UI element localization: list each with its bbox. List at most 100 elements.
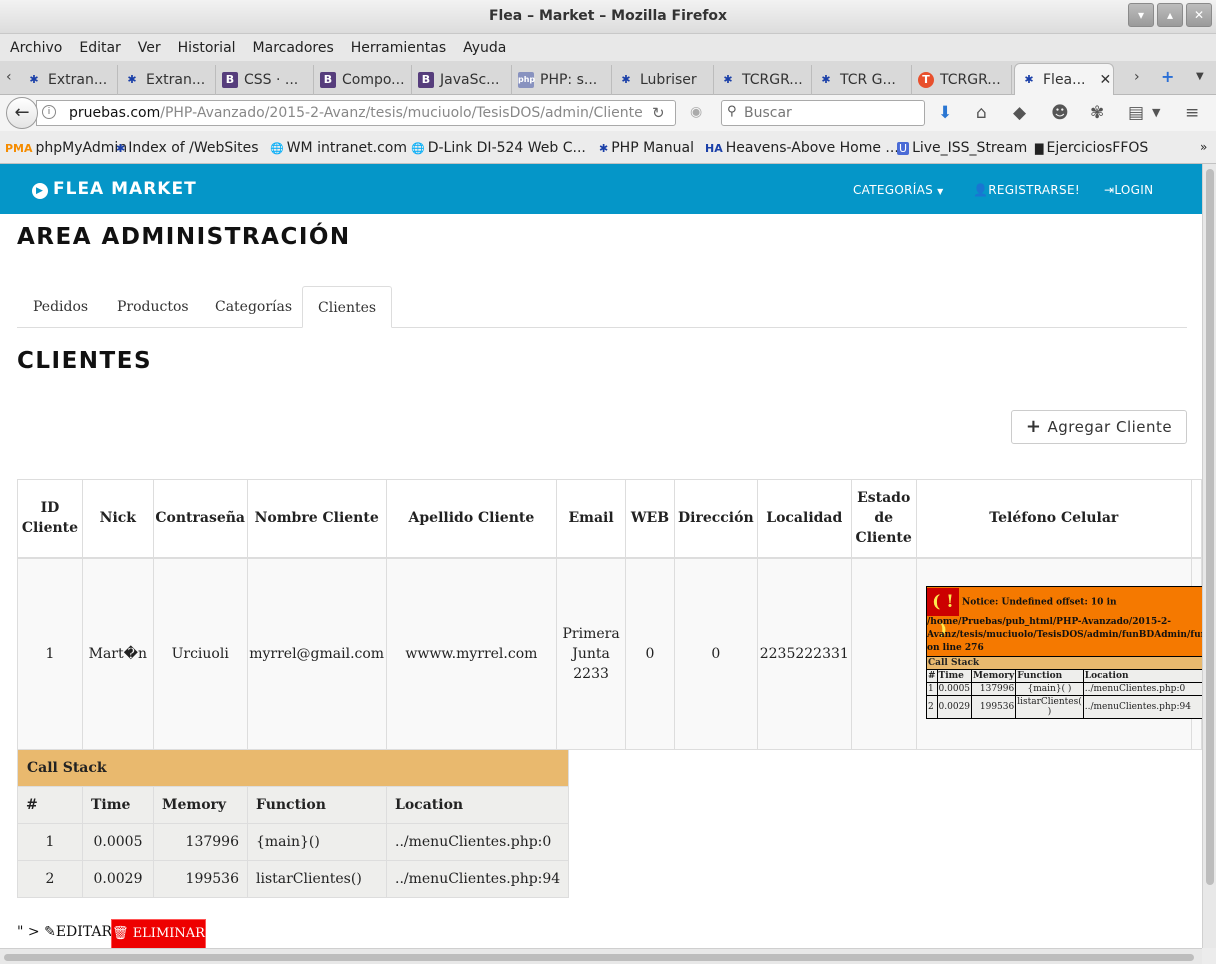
browser-tab[interactable]: ✱ Extran... [20,65,118,95]
minimize-button[interactable]: ▾ [1128,3,1154,27]
download-icon[interactable]: ⬇ [938,103,952,123]
cell-estado [850,557,917,750]
menu-historial[interactable]: Historial [178,40,236,56]
vertical-scroll-thumb[interactable] [1206,169,1214,885]
pma-icon: PMA [5,142,33,155]
notice-cell: 137996 [971,682,1017,696]
bookmark-heavens-above[interactable]: HA Heavens-Above Home ... [705,140,899,156]
close-window-button[interactable]: ✕ [1186,3,1212,27]
bookmark-wm-intranet[interactable]: 🌐 WM intranet.com [270,140,407,156]
tabs-scroll-right-icon[interactable]: › [1134,69,1140,85]
add-client-button[interactable]: + Agregar Cliente [1011,410,1187,444]
browser-tab-active[interactable]: ✱ Flea... ✕ [1014,63,1114,95]
cell-id: 1 [17,557,83,750]
vertical-scrollbar[interactable] [1202,164,1216,948]
bookmark-phpmyadmin[interactable]: PMA phpMyAdmin [5,140,127,156]
bookmarks-overflow-icon[interactable]: » [1200,140,1207,154]
bookmark-label: D-Link DI-524 Web C... [427,140,586,156]
column-header: Estado de Cliente [850,479,917,559]
pencil-icon: ✎ [44,924,56,940]
chat-icon[interactable]: ☻ [1051,103,1069,123]
notice-cell: listarClientes( ) [1015,695,1084,719]
addon-icon[interactable]: ✾ [1090,103,1104,123]
categorias-dropdown[interactable]: CATEGORÍAS ▼ [853,183,944,197]
call-stack-cell: 0.0029 [82,860,154,898]
play-icon: ▶ [32,183,48,199]
url-path: /PHP-Avanzado/2015-2-Avanz/tesis/muciuol… [160,105,643,121]
notice-col-header: Memory [971,669,1017,683]
tab-label: Flea... [1043,71,1086,88]
flea-icon: ✱ [599,142,609,155]
tab-productos[interactable]: Productos [117,286,189,328]
flea-icon: ✱ [116,142,126,155]
menu-marcadores[interactable]: Marcadores [253,40,334,56]
notice-cell: ../menuClientes.php:94 [1082,695,1202,719]
browser-tab[interactable]: ✱ TCR G... [812,65,912,95]
browser-tab[interactable]: php PHP: s... [512,65,612,95]
delete-button[interactable]: 🗑 ELIMINAR [111,919,206,948]
menu-ayuda[interactable]: Ayuda [463,40,506,56]
call-stack-cell: {main}() [247,823,387,861]
navigation-toolbar: pruebas.com/PHP-Avanzado/2015-2-Avanz/te… [0,95,1216,131]
bookmark-php-manual[interactable]: ✱ PHP Manual [599,140,694,156]
horizontal-scrollbar[interactable] [0,948,1202,964]
call-stack-cell: ../menuClientes.php:0 [385,823,570,861]
close-tab-icon[interactable]: ✕ [1100,72,1112,88]
browser-tab[interactable]: ✱ TCRGR... [714,65,812,95]
search-input[interactable]: Buscar [721,100,925,126]
tab-list-icon[interactable]: ▼ [1196,71,1204,82]
browser-tab[interactable]: B Compo... [314,65,412,95]
warning-icon: ( ! ) [927,588,959,640]
browser-tab[interactable]: ✱ Lubriser [612,65,714,95]
column-header: Dirección [673,479,758,559]
login-link[interactable]: ⇥LOGIN [1104,183,1153,197]
browser-tab[interactable]: ✱ Extran... [118,65,216,95]
call-stack-cell: 137996 [153,823,248,861]
rss-icon: ◉ [690,104,703,120]
browser-tab[interactable]: B CSS · ... [216,65,314,95]
home-icon[interactable]: ⌂ [976,103,987,123]
globe-icon: 🌐 [270,142,284,155]
tab-label: PHP: s... [540,72,598,88]
menu-editar[interactable]: Editar [79,40,120,56]
site-info-icon[interactable]: i [42,105,56,119]
maximize-button[interactable]: ▴ [1157,3,1183,27]
reload-icon[interactable]: ↻ [652,104,665,122]
new-tab-icon[interactable]: + [1161,67,1174,86]
php-notice-box: ( ! )Notice: Undefined offset: 10 in /ho… [925,586,1202,719]
pocket-icon[interactable]: ◆ [1013,103,1026,123]
brand-label: FLEA MARKET [53,179,197,199]
tabs-scroll-left-icon[interactable]: ‹ [6,69,12,85]
browser-tab[interactable]: B JavaSc... [412,65,512,95]
tab-label: TCRGR... [742,72,803,88]
horizontal-scroll-thumb[interactable] [4,954,1194,961]
tab-label: TCR G... [840,72,896,88]
tab-categorias[interactable]: Categorías [215,286,292,328]
registrarse-link[interactable]: 👤REGISTRARSE! [973,183,1080,197]
cell-apellido: wwww.myrrel.com [385,557,558,750]
site-brand[interactable]: ▶ FLEA MARKET [32,179,197,199]
column-header: Email [556,479,627,559]
bookmark-index[interactable]: ✱ Index of /WebSites [116,140,259,156]
menu-archivo[interactable]: Archivo [10,40,62,56]
tab-pedidos[interactable]: Pedidos [33,286,88,328]
heavens-above-icon: HA [705,142,723,155]
edit-link[interactable]: ✎EDITAR [44,924,112,940]
bookmark-live-iss[interactable]: U Live_ISS_Stream [897,140,1027,156]
call-stack-row: 1 0.0005 137996 {main}() ../menuClientes… [17,823,570,861]
tab-clientes[interactable]: Clientes [302,286,393,328]
notice-cell: ../menuClientes.php:0 [1082,682,1202,696]
clipboard-icon[interactable]: ▤ [1128,103,1144,123]
menu-herramientas[interactable]: Herramientas [351,40,446,56]
notice-stack-row: 2 0.0029 199536 listarClientes( ) ../men… [926,695,1202,719]
back-button[interactable]: ← [6,97,38,129]
add-client-label: Agregar Cliente [1047,418,1173,436]
browser-tab[interactable]: T TCRGR... [912,65,1012,95]
bookmark-dlink[interactable]: 🌐 D-Link DI-524 Web C... [411,140,586,156]
menu-icon[interactable]: ≡ [1185,103,1199,123]
menu-bar: Archivo Editar Ver Historial Marcadores … [0,34,1216,61]
menu-ver[interactable]: Ver [138,40,161,56]
url-bar[interactable]: pruebas.com/PHP-Avanzado/2015-2-Avanz/te… [36,100,676,126]
chevron-down-icon[interactable]: ▼ [1152,106,1160,119]
bookmark-folder-ejercicios[interactable]: ▇ EjerciciosFFOS [1035,140,1148,156]
